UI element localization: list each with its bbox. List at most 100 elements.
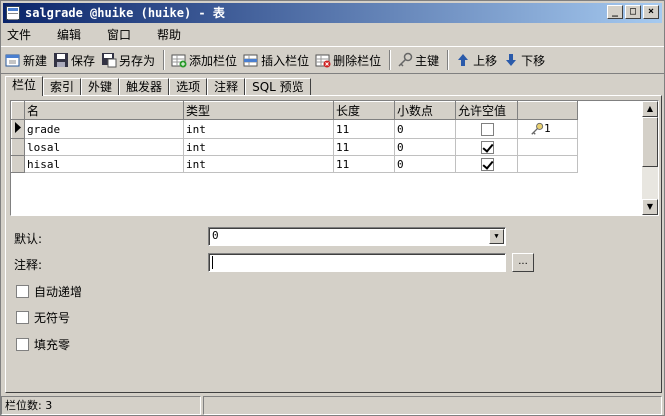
col-header-nullable[interactable]: 允许空值 bbox=[455, 101, 518, 120]
cell-length[interactable]: 11 bbox=[333, 155, 395, 173]
comment-ellipsis-button[interactable]: ... bbox=[512, 253, 534, 272]
default-value: 0 bbox=[212, 229, 219, 242]
table-row[interactable]: hisal int 11 0 bbox=[11, 155, 578, 173]
primary-key-label: 主键 bbox=[415, 53, 440, 68]
menu-window[interactable]: 窗口 bbox=[107, 26, 131, 43]
auto-increment-box[interactable] bbox=[16, 285, 29, 298]
cell-decimals[interactable]: 0 bbox=[394, 155, 456, 173]
insert-field-button[interactable]: 插入栏位 bbox=[243, 52, 309, 69]
cell-length[interactable]: 11 bbox=[333, 119, 395, 139]
cell-key[interactable] bbox=[517, 138, 578, 156]
minimize-button[interactable]: _ bbox=[607, 5, 623, 19]
unsigned-checkbox[interactable]: 无符号 bbox=[16, 309, 70, 326]
insert-field-label: 插入栏位 bbox=[261, 53, 310, 68]
menu-file[interactable]: 文件 bbox=[7, 26, 31, 43]
move-up-label: 上移 bbox=[473, 53, 498, 68]
chevron-down-icon[interactable]: ▼ bbox=[489, 229, 504, 244]
cell-decimals[interactable]: 0 bbox=[394, 138, 456, 156]
col-header-decimals[interactable]: 小数点 bbox=[394, 101, 456, 120]
cell-nullable[interactable] bbox=[455, 138, 518, 156]
primary-key-button[interactable]: 主键 bbox=[397, 52, 439, 69]
cell-type[interactable]: int bbox=[183, 119, 334, 139]
auto-increment-checkbox[interactable]: 自动递增 bbox=[16, 283, 82, 300]
field-count: 栏位数: 3 bbox=[1, 396, 201, 415]
col-header-name[interactable]: 名 bbox=[24, 101, 184, 120]
fields-grid: 名 类型 长度 小数点 允许空值 grade int 11 0 1 losal … bbox=[10, 100, 659, 216]
key-order: 1 bbox=[544, 122, 551, 135]
tab-sql-preview[interactable]: SQL 预览 bbox=[245, 78, 311, 96]
move-up-button[interactable]: 上移 bbox=[455, 52, 497, 69]
save-as-icon bbox=[102, 53, 117, 68]
key-icon bbox=[398, 52, 413, 67]
arrow-down-icon bbox=[506, 54, 517, 66]
nullable-checkbox[interactable] bbox=[481, 157, 494, 171]
cell-type[interactable]: int bbox=[183, 138, 334, 156]
table-designer-window: salgrade @huike (huike) - 表 _ □ × 文件 编辑 … bbox=[0, 0, 665, 416]
save-button[interactable]: 保存 bbox=[53, 52, 95, 69]
row-header bbox=[11, 138, 25, 156]
primary-key-icon bbox=[531, 122, 544, 135]
tab-options[interactable]: 选项 bbox=[169, 78, 208, 96]
cell-nullable[interactable] bbox=[455, 119, 518, 139]
default-dropdown[interactable]: 0 ▼ bbox=[208, 227, 506, 246]
toolbar-separator bbox=[447, 50, 450, 70]
window-title: salgrade @huike (huike) - 表 bbox=[25, 6, 225, 20]
zerofill-box[interactable] bbox=[16, 338, 29, 351]
tab-foreign-keys[interactable]: 外键 bbox=[81, 78, 120, 96]
insert-field-icon bbox=[243, 54, 258, 67]
zerofill-checkbox[interactable]: 填充零 bbox=[16, 336, 70, 353]
table-row[interactable]: losal int 11 0 bbox=[11, 138, 578, 156]
tab-comment[interactable]: 注释 bbox=[207, 78, 246, 96]
menu-edit[interactable]: 编辑 bbox=[57, 26, 81, 43]
title-bar: salgrade @huike (huike) - 表 _ □ × bbox=[3, 3, 662, 23]
status-panel bbox=[203, 396, 662, 415]
delete-field-button[interactable]: 删除栏位 bbox=[315, 52, 381, 69]
row-header bbox=[11, 155, 25, 173]
menu-help[interactable]: 帮助 bbox=[157, 26, 181, 43]
cell-key[interactable]: 1 bbox=[517, 119, 578, 139]
new-label: 新建 bbox=[23, 53, 48, 68]
table-row[interactable]: grade int 11 0 1 bbox=[11, 119, 578, 139]
move-down-button[interactable]: 下移 bbox=[503, 52, 545, 69]
col-header-length[interactable]: 长度 bbox=[333, 101, 395, 120]
maximize-button[interactable]: □ bbox=[625, 5, 641, 19]
comment-input[interactable] bbox=[208, 253, 506, 272]
new-table-icon bbox=[5, 54, 20, 67]
close-button[interactable]: × bbox=[643, 5, 659, 19]
row-header-corner bbox=[11, 101, 25, 120]
cell-type[interactable]: int bbox=[183, 155, 334, 173]
tab-triggers[interactable]: 触发器 bbox=[119, 78, 170, 96]
nullable-checkbox[interactable] bbox=[481, 140, 494, 154]
text-cursor bbox=[212, 255, 213, 269]
move-down-label: 下移 bbox=[521, 53, 546, 68]
unsigned-box[interactable] bbox=[16, 311, 29, 324]
nullable-checkbox[interactable] bbox=[481, 122, 494, 136]
col-header-type[interactable]: 类型 bbox=[183, 101, 334, 120]
tab-indexes[interactable]: 索引 bbox=[43, 78, 82, 96]
grid-vertical-scrollbar[interactable]: ▲ ▼ bbox=[642, 101, 658, 215]
scroll-thumb[interactable] bbox=[642, 117, 658, 167]
unsigned-label: 无符号 bbox=[34, 311, 71, 325]
delete-field-label: 删除栏位 bbox=[333, 53, 382, 68]
cell-decimals[interactable]: 0 bbox=[394, 119, 456, 139]
fields-table: 名 类型 长度 小数点 允许空值 grade int 11 0 1 losal … bbox=[11, 101, 578, 173]
save-as-button[interactable]: 另存为 bbox=[101, 52, 155, 69]
cell-name[interactable]: grade bbox=[24, 119, 184, 139]
add-field-label: 添加栏位 bbox=[189, 53, 238, 68]
scroll-down-button[interactable]: ▼ bbox=[642, 199, 658, 215]
cell-nullable[interactable] bbox=[455, 155, 518, 173]
new-button[interactable]: 新建 bbox=[5, 52, 47, 69]
cell-length[interactable]: 11 bbox=[333, 138, 395, 156]
add-field-button[interactable]: 添加栏位 bbox=[171, 52, 237, 69]
current-row-indicator bbox=[11, 119, 25, 139]
scroll-up-button[interactable]: ▲ bbox=[642, 101, 658, 117]
auto-increment-label: 自动递增 bbox=[34, 285, 83, 299]
tab-fields[interactable]: 栏位 bbox=[5, 76, 44, 96]
cell-name[interactable]: hisal bbox=[24, 155, 184, 173]
header-row: 名 类型 长度 小数点 允许空值 bbox=[11, 101, 578, 120]
tab-strip: 栏位 索引 外键 触发器 选项 注释 SQL 预览 bbox=[5, 76, 311, 96]
comment-label: 注释: bbox=[14, 258, 43, 272]
cell-name[interactable]: losal bbox=[24, 138, 184, 156]
toolbar-separator bbox=[389, 50, 392, 70]
cell-key[interactable] bbox=[517, 155, 578, 173]
